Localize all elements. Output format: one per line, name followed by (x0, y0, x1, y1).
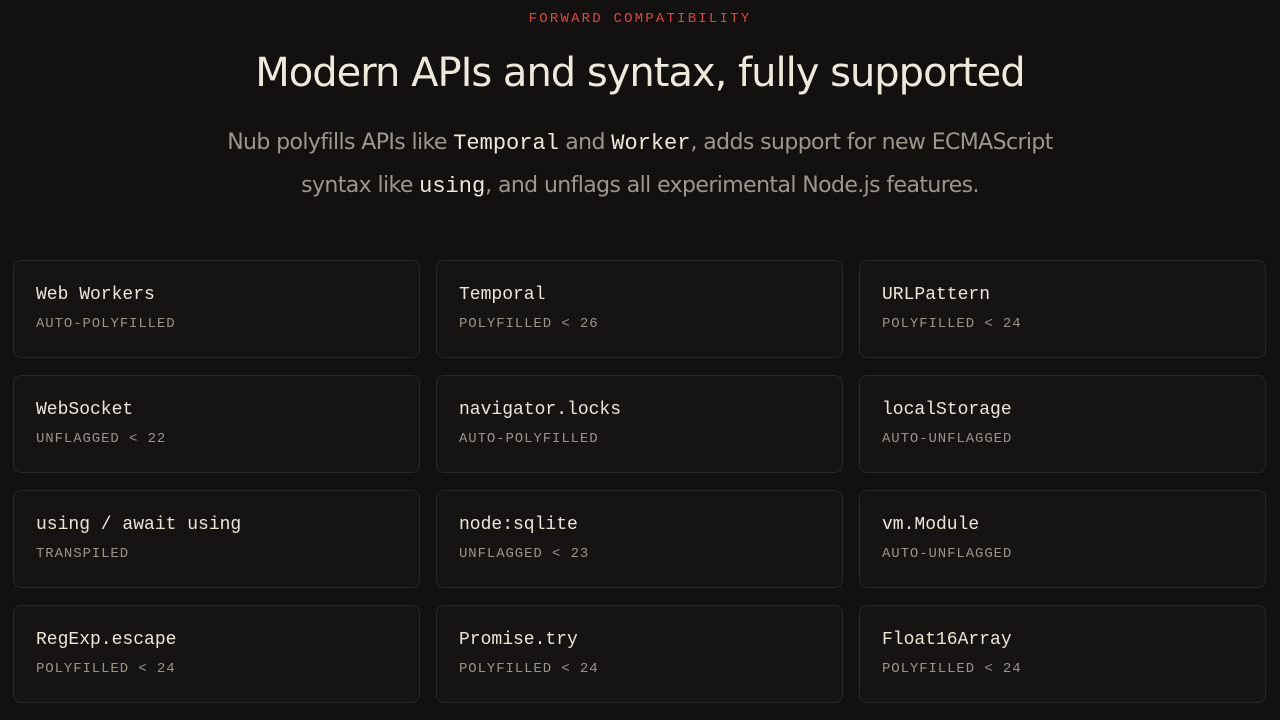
feature-status: UNFLAGGED < 23 (459, 546, 590, 562)
feature-name: Float16Array (882, 630, 1012, 650)
feature-status: POLYFILLED < 24 (882, 661, 1022, 677)
section-eyebrow: FORWARD COMPATIBILITY (528, 11, 752, 27)
feature-name: WebSocket (36, 400, 134, 420)
feature-name: node:sqlite (459, 515, 578, 535)
feature-name: Promise.try (459, 630, 578, 650)
feature-status: POLYFILLED < 26 (459, 316, 599, 332)
feature-card-regexp-escape: RegExp.escape POLYFILLED < 24 (13, 605, 420, 703)
feature-card-float16array: Float16Array POLYFILLED < 24 (859, 605, 1266, 703)
feature-name: vm.Module (882, 515, 980, 535)
code-using: using (419, 174, 486, 199)
feature-card-temporal: Temporal POLYFILLED < 26 (436, 260, 843, 358)
feature-card-using: using / await using TRANSPILED (13, 490, 420, 588)
feature-status: AUTO-UNFLAGGED (882, 431, 1013, 447)
feature-status: TRANSPILED (36, 546, 130, 562)
feature-status: AUTO-POLYFILLED (36, 316, 176, 332)
feature-status: POLYFILLED < 24 (36, 661, 176, 677)
feature-status: POLYFILLED < 24 (459, 661, 599, 677)
feature-card-vm-module: vm.Module AUTO-UNFLAGGED (859, 490, 1266, 588)
feature-name: URLPattern (882, 285, 991, 305)
section-description: Nub polyfills APIs like Temporal and Wor… (190, 122, 1090, 208)
description-text: Nub polyfills APIs like (227, 130, 454, 155)
feature-card-node-sqlite: node:sqlite UNFLAGGED < 23 (436, 490, 843, 588)
code-temporal: Temporal (453, 131, 559, 156)
feature-status: AUTO-POLYFILLED (459, 431, 599, 447)
feature-card-websocket: WebSocket UNFLAGGED < 22 (13, 375, 420, 473)
feature-card-urlpattern: URLPattern POLYFILLED < 24 (859, 260, 1266, 358)
feature-card-promise-try: Promise.try POLYFILLED < 24 (436, 605, 843, 703)
feature-name: RegExp.escape (36, 630, 177, 650)
feature-card-web-workers: Web Workers AUTO-POLYFILLED (13, 260, 420, 358)
section-title: Modern APIs and syntax, fully supported (255, 50, 1025, 96)
code-worker: Worker (611, 131, 691, 156)
feature-card-navigator-locks: navigator.locks AUTO-POLYFILLED (436, 375, 843, 473)
feature-name: navigator.locks (459, 400, 622, 420)
feature-card-localstorage: localStorage AUTO-UNFLAGGED (859, 375, 1266, 473)
feature-name: using / await using (36, 515, 242, 535)
feature-name: Web Workers (36, 285, 155, 305)
description-text: , and unflags all experimental Node.js f… (485, 173, 979, 198)
feature-name: Temporal (459, 285, 546, 305)
feature-name: localStorage (882, 400, 1012, 420)
description-text: and (558, 130, 612, 155)
feature-status: POLYFILLED < 24 (882, 316, 1022, 332)
feature-status: UNFLAGGED < 22 (36, 431, 167, 447)
feature-grid: Web Workers AUTO-POLYFILLED Temporal POL… (13, 260, 1267, 703)
feature-status: AUTO-UNFLAGGED (882, 546, 1013, 562)
